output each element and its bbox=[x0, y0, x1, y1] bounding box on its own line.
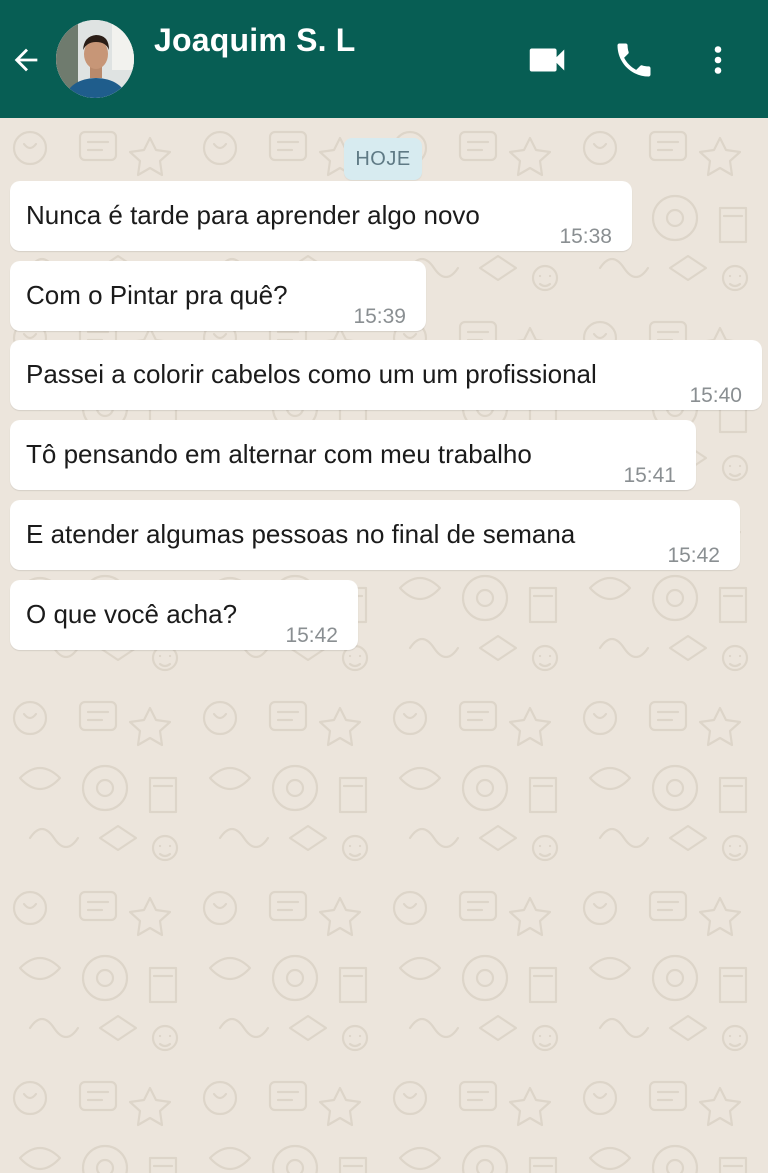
contact-name[interactable]: Joaquim S. L bbox=[154, 22, 356, 59]
message-timestamp: 15:42 bbox=[667, 544, 720, 567]
voice-call-button[interactable] bbox=[608, 34, 660, 86]
message-timestamp: 15:38 bbox=[559, 225, 612, 248]
message-bubble[interactable]: O que você acha? 15:42 bbox=[10, 580, 358, 650]
arrow-left-icon bbox=[14, 48, 38, 72]
message-timestamp: 15:41 bbox=[623, 464, 676, 487]
message-text: Passei a colorir cabelos como um um prof… bbox=[26, 359, 597, 389]
chat-screen: Joaquim S. L HOJE Nunca é tarde para apr… bbox=[0, 0, 768, 1173]
message-bubble[interactable]: Com o Pintar pra quê? 15:39 bbox=[10, 261, 426, 331]
message-timestamp: 15:40 bbox=[689, 384, 742, 407]
message-bubble[interactable]: Nunca é tarde para aprender algo novo 15… bbox=[10, 181, 632, 251]
video-camera-icon bbox=[529, 48, 565, 72]
message-text: O que você acha? bbox=[26, 599, 238, 629]
avatar-photo bbox=[56, 20, 134, 98]
message-text: Tô pensando em alternar com meu trabalho bbox=[26, 439, 532, 469]
message-bubble[interactable]: Passei a colorir cabelos como um um prof… bbox=[10, 340, 762, 410]
phone-icon bbox=[617, 43, 651, 77]
back-button[interactable] bbox=[6, 38, 46, 82]
date-separator: HOJE bbox=[344, 138, 422, 180]
message-text: Nunca é tarde para aprender algo novo bbox=[26, 200, 480, 230]
contact-avatar[interactable] bbox=[56, 20, 134, 98]
message-text: E atender algumas pessoas no final de se… bbox=[26, 519, 576, 549]
message-bubble[interactable]: E atender algumas pessoas no final de se… bbox=[10, 500, 740, 570]
message-text: Com o Pintar pra quê? bbox=[26, 280, 288, 310]
message-bubble[interactable]: Tô pensando em alternar com meu trabalho… bbox=[10, 420, 696, 490]
message-list[interactable]: HOJE Nunca é tarde para aprender algo no… bbox=[0, 118, 768, 1173]
video-call-button[interactable] bbox=[520, 34, 574, 86]
more-options-button[interactable] bbox=[700, 34, 736, 86]
message-timestamp: 15:39 bbox=[353, 305, 406, 328]
message-timestamp: 15:42 bbox=[285, 624, 338, 647]
more-vertical-icon bbox=[714, 46, 722, 74]
chat-header: Joaquim S. L bbox=[0, 0, 768, 118]
